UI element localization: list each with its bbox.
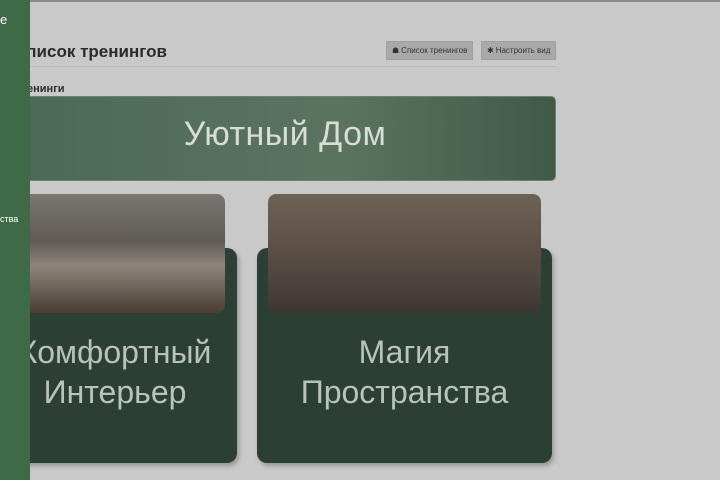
banner-title: Уютный Дом — [183, 115, 387, 153]
interior-photo — [14, 194, 225, 313]
page-title: Список тренингов — [14, 42, 167, 61]
banner-cozy-home[interactable]: Уютный Дом — [14, 96, 556, 181]
card-title: Комфортный Интерьер — [18, 334, 212, 410]
puzzle-icon: ✱ — [487, 46, 494, 55]
top-bar — [0, 0, 720, 2]
main-page: Список тренингов ☗ Список тренингов ✱ Наст… — [0, 0, 720, 480]
card-title: Магия Пространства — [300, 334, 509, 410]
customize-view-button[interactable]: ✱ Настроить вид — [481, 41, 557, 60]
sidebar-item[interactable]: ства — [0, 214, 18, 224]
interior-photo — [268, 194, 541, 313]
training-list-button[interactable]: ☗ Список тренингов — [386, 41, 474, 60]
divider — [14, 66, 557, 67]
sidebar: е ства — [0, 0, 30, 480]
hierarchy-icon: ☗ — [392, 46, 400, 55]
sidebar-item[interactable]: е — [0, 12, 7, 27]
